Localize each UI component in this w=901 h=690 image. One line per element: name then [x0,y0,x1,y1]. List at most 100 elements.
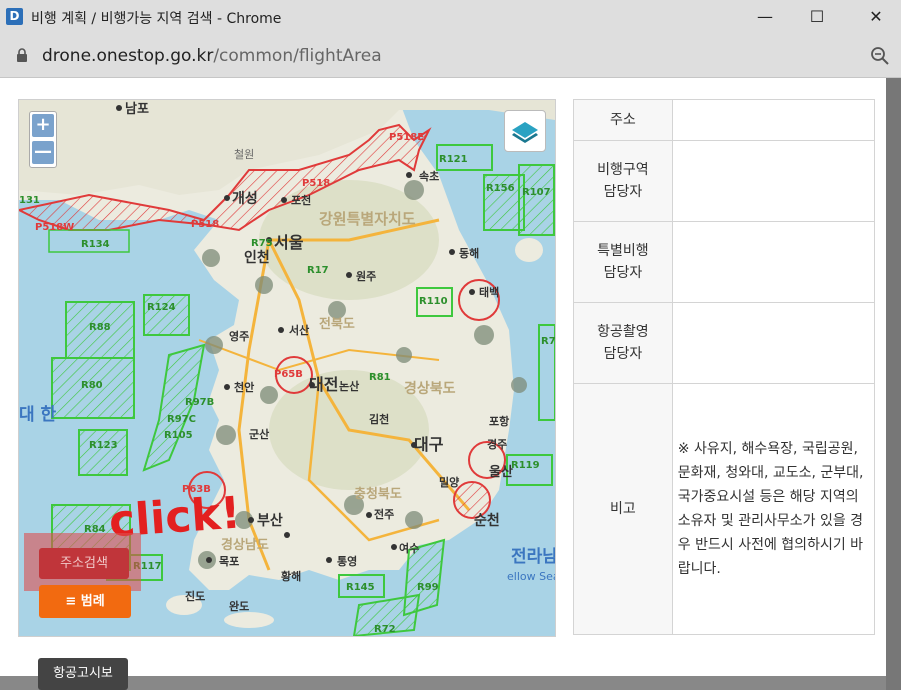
maximize-button[interactable]: ☐ [797,5,837,29]
address-search-button[interactable]: 주소검색 [39,548,129,579]
table-row: 비고 ※ 사유지, 해수욕장, 국립공원, 문화재, 청와대, 교도소, 군부대… [573,383,876,635]
place-label: 남포 [125,101,149,117]
place-label: 개성 [232,191,258,207]
zone-label: R7 [541,336,555,347]
page-backdrop [886,78,901,690]
address-bar[interactable]: drone.onestop.go.kr/common/flightArea [0,34,901,78]
place-label: 여수 [399,541,419,555]
flight-zone-manager-value [671,140,876,222]
aerial-photo-manager-value [671,302,876,384]
place-label: 경상북도 [404,380,456,397]
place-label: 태백 [479,285,499,299]
zone-label: P518W [35,222,74,233]
zone-label: P518 [302,178,330,189]
zone-r124 [143,294,190,336]
table-row: 특별비행 담당자 [573,221,876,303]
zone-label: P518E [389,132,424,143]
address-value [671,99,876,141]
place-label: 통영 [337,555,357,568]
place-label: 진도 [185,589,205,603]
layer-toggle-button[interactable] [504,110,546,152]
zone-label: R105 [164,430,193,441]
place-label: 천안 [234,380,254,394]
place-label: 대구 [414,435,444,454]
place-label: 부산 [257,512,283,529]
place-label: 서산 [289,323,309,337]
zone-label: R72 [374,624,396,635]
zone-label: R17 [307,265,329,276]
zone-label: R156 [486,183,515,194]
zone-label: R99 [417,582,439,593]
table-row: 비행구역 담당자 [573,140,876,222]
table-row: 항공촬영 담당자 [573,302,876,384]
place-label: 전라남도 [511,547,555,567]
place-label: 속초 [419,170,439,183]
place-label: 대전 [309,375,338,394]
place-label: 논산 [339,379,359,393]
place-label: 전주 [374,507,394,521]
popup-content: 남포 철원 개성 포천 속초 서울 인천 원주 동해 영주 서산 천안 대전 태… [0,78,886,690]
place-label: 전북도 [319,316,355,332]
place-label: 서울 [274,233,304,252]
place-label: 김천 [369,412,389,426]
zone-label: R81 [369,372,391,383]
place-label: 울산 [489,464,513,480]
zone-label: R134 [81,239,110,250]
zone-label: R123 [89,440,118,451]
lock-icon [17,48,27,62]
zone-label: P518 [191,219,219,230]
zoom-in-button[interactable]: + [32,114,54,137]
place-label: 동해 [459,246,479,260]
place-label: 강원특별자치도 [319,210,416,228]
app-icon: D [6,8,23,25]
place-label: 순천 [474,513,500,529]
zone-label: R145 [346,582,375,593]
zone-label: R119 [511,460,540,471]
zone-label: R110 [419,296,448,307]
close-button[interactable]: ✕ [856,5,896,29]
place-label: 경주 [487,437,507,451]
url-host: drone.onestop.go.kr [42,46,214,66]
zone-r107 [518,164,555,236]
place-label: 인천 [244,249,270,266]
place-label: 밀양 [439,475,459,489]
zone-label: R97C [167,414,196,425]
minimize-button[interactable]: — [745,5,785,29]
zone-label: R124 [147,302,176,313]
flight-area-map[interactable]: 남포 철원 개성 포천 속초 서울 인천 원주 동해 영주 서산 천안 대전 태… [18,99,556,637]
address-label: 주소 [573,99,673,141]
zone-r123 [78,429,128,476]
window-title: 비행 계획 / 비행가능 지역 검색 - Chrome [31,11,282,27]
place-label: 철원 [234,148,254,161]
table-row: 주소 [573,99,876,141]
zone-label: R88 [89,322,111,333]
place-label: 목포 [219,555,239,568]
place-label: 대 한 [19,405,57,425]
place-label: 포천 [291,193,311,207]
window-titlebar: D 비행 계획 / 비행가능 지역 검색 - Chrome — ☐ ✕ [0,0,901,34]
zoom-magnifier-icon[interactable] [870,46,890,66]
place-label: 완도 [229,600,249,613]
url-path: /common/flightArea [213,46,382,66]
remarks-value: ※ 사유지, 해수욕장, 국립공원, 문화재, 청와대, 교도소, 군부대, 국… [671,383,876,635]
place-label: 원주 [356,269,376,283]
zone-label: R97B [185,397,214,408]
aviation-notice-button[interactable]: 항공고시보 [38,658,128,690]
place-label: 군산 [249,427,269,441]
special-flight-manager-label: 특별비행 담당자 [573,221,673,303]
zoom-control: + — [29,111,57,168]
place-label: 포항 [489,414,509,428]
zone-label: R107 [522,187,551,198]
zone-label: 131 [19,195,40,206]
zone-label: R80 [81,380,103,391]
special-flight-manager-value [671,221,876,303]
zoom-out-button[interactable]: — [32,141,54,164]
place-label: 영주 [229,330,249,343]
legend-button[interactable]: ≡ 범례 [39,585,131,618]
zone-label: R121 [439,154,468,165]
place-label: 충청북도 [354,486,402,502]
zone-label: P65B [274,369,303,380]
zone-label: R75 [251,238,273,249]
info-table: 주소 비행구역 담당자 특별비행 담당자 항공촬영 담당자 비고 ※ 사유지, … [573,99,876,635]
page-url[interactable]: drone.onestop.go.kr/common/flightArea [42,46,382,66]
